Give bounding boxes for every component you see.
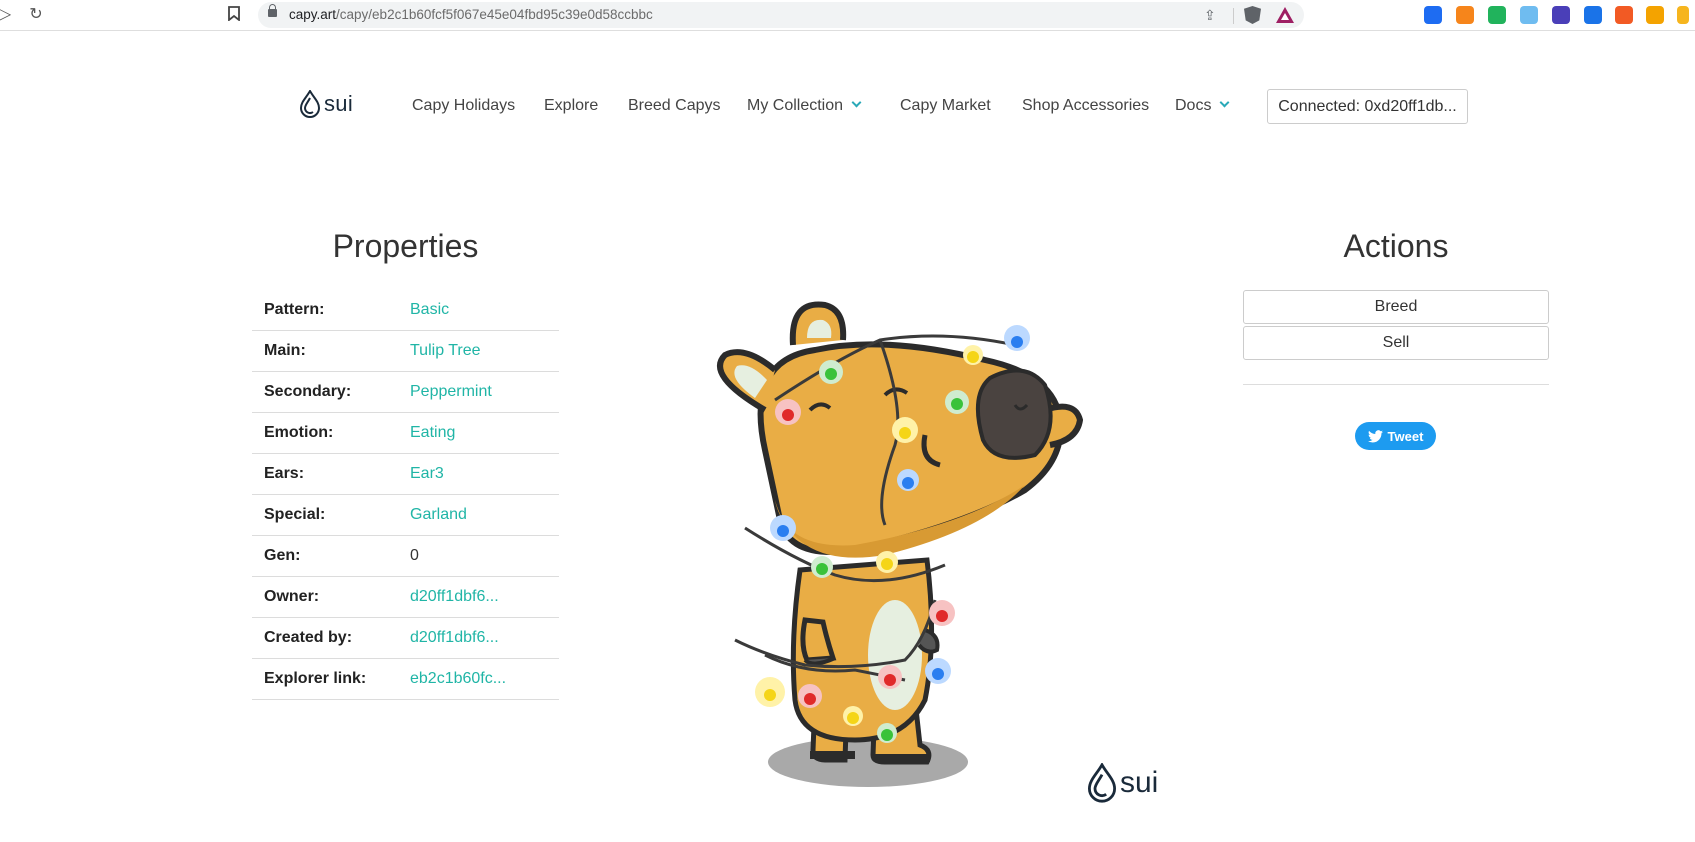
properties-table: Pattern: Basic Main: Tulip Tree Secondary: Pe…	[252, 291, 559, 700]
share-icon[interactable]: ⇪	[1204, 7, 1220, 23]
lock-icon	[268, 4, 277, 17]
nav-item-capy-holidays[interactable]: Capy Holidays	[412, 97, 515, 115]
capy-nose	[975, 368, 1053, 460]
sui-drop-icon	[300, 90, 320, 118]
property-key: Main:	[264, 341, 306, 359]
capy-shadow	[768, 737, 968, 787]
puzzle-icon[interactable]	[1584, 6, 1602, 24]
property-value-link[interactable]: d20ff1dbf6...	[410, 576, 559, 617]
nav-item-capy-market[interactable]: Capy Market	[900, 97, 991, 115]
properties-title: Properties	[332, 228, 479, 264]
property-row: Created by: d20ff1dbf6...	[252, 617, 559, 658]
reload-icon[interactable]: ↻	[27, 6, 45, 24]
property-value-link[interactable]: Basic	[410, 291, 559, 330]
nav-item-explore[interactable]: Explore	[544, 97, 598, 115]
nav-item-label: Docs	[1175, 97, 1212, 114]
property-row: Emotion: Eating	[252, 412, 559, 453]
logo-text: sui	[324, 91, 354, 116]
nav-item-label: Shop Accessories	[1022, 97, 1150, 114]
property-value-link[interactable]: eb2c1b60fc...	[410, 658, 559, 699]
property-value-link[interactable]: Tulip Tree	[410, 330, 559, 371]
tweet-label: Tweet	[1387, 428, 1424, 444]
property-row: Pattern: Basic	[252, 291, 559, 330]
property-row: Main: Tulip Tree	[252, 330, 559, 371]
property-key: Explorer link:	[264, 669, 367, 687]
spartan-icon[interactable]	[1646, 6, 1664, 24]
nav-item-label: Capy Holidays	[412, 97, 516, 114]
property-value-link[interactable]: Peppermint	[410, 371, 559, 412]
nav-item-label: Breed Capys	[628, 97, 721, 114]
property-key: Pattern:	[264, 301, 325, 319]
divider	[1233, 8, 1234, 24]
property-row: Special: Garland	[252, 494, 559, 535]
sui-watermark: sui	[1088, 763, 1158, 803]
capy-belly	[868, 600, 922, 710]
metamask-icon[interactable]	[1456, 6, 1474, 24]
property-key: Created by:	[264, 628, 353, 646]
slope-icon[interactable]	[1615, 6, 1633, 24]
property-row: Gen: 0	[252, 535, 559, 576]
property-value-link[interactable]: Garland	[410, 494, 559, 535]
property-row: Secondary: Peppermint	[252, 371, 559, 412]
chevron-down-icon	[1220, 97, 1230, 108]
property-value-link[interactable]: Ear3	[410, 453, 559, 494]
sell-button[interactable]: Sell	[1243, 326, 1549, 360]
forward-icon[interactable]: ▷	[0, 6, 14, 24]
brave-shield-icon[interactable]	[1244, 6, 1261, 24]
property-key: Owner:	[264, 587, 320, 605]
actions-title: Actions	[1343, 228, 1449, 264]
nav-item-label: My Collection	[747, 97, 844, 114]
nav-item-my-collection[interactable]: My Collection	[747, 97, 862, 115]
nav-item-shop-accessories[interactable]: Shop Accessories	[1022, 97, 1149, 115]
watermark-text: sui	[1120, 766, 1159, 799]
property-value: 0	[410, 546, 419, 564]
url-text: capy.art/capy/eb2c1b60fcf5f067e45e04fbd9…	[289, 7, 653, 22]
nav-item-docs[interactable]: Docs	[1175, 97, 1230, 115]
property-key: Gen:	[264, 546, 301, 564]
site-header: sui Capy Holidays Explore Breed Capys My Co…	[0, 80, 1695, 130]
connect-wallet-button[interactable]: Connected: 0xd20ff1db...	[1267, 89, 1468, 124]
property-value-link[interactable]: Eating	[410, 412, 559, 453]
property-value-link[interactable]: d20ff1dbf6...	[410, 617, 559, 658]
property-key: Special:	[264, 505, 326, 523]
capy-illustration	[705, 300, 1105, 800]
property-row: Explorer link: eb2c1b60fc...	[252, 658, 559, 699]
sui-logo[interactable]: sui	[300, 90, 353, 118]
discord-icon[interactable]	[1552, 6, 1570, 24]
brave-rewards-icon[interactable]	[1276, 7, 1294, 23]
browser-toolbar: ▷ ↻ capy.art/capy/eb2c1b60fcf5f067e45e04…	[0, 0, 1695, 31]
keplr-icon[interactable]	[1424, 6, 1442, 24]
sui-drop-icon	[1088, 763, 1116, 803]
nav-item-label: Explore	[544, 97, 599, 114]
address-bar[interactable]: capy.art/capy/eb2c1b60fcf5f067e45e04fbd9…	[258, 2, 1304, 28]
property-key: Secondary:	[264, 382, 352, 400]
nav-item-label: Capy Market	[900, 97, 991, 114]
sui-wallet-icon[interactable]	[1520, 6, 1538, 24]
avatar-extension-icon[interactable]	[1677, 6, 1689, 24]
chevron-down-icon	[851, 97, 862, 108]
tweet-button[interactable]: Tweet	[1355, 422, 1436, 450]
nav-item-breed-capys[interactable]: Breed Capys	[628, 97, 721, 115]
property-key: Ears:	[264, 464, 305, 482]
actions-divider	[1243, 384, 1549, 385]
bookmark-icon[interactable]	[225, 6, 243, 24]
property-row: Owner: d20ff1dbf6...	[252, 576, 559, 617]
twitter-bird-icon	[1367, 429, 1383, 442]
polkadot-icon[interactable]	[1488, 6, 1506, 24]
property-key: Emotion:	[264, 423, 334, 441]
breed-button[interactable]: Breed	[1243, 290, 1549, 324]
property-row: Ears: Ear3	[252, 453, 559, 494]
